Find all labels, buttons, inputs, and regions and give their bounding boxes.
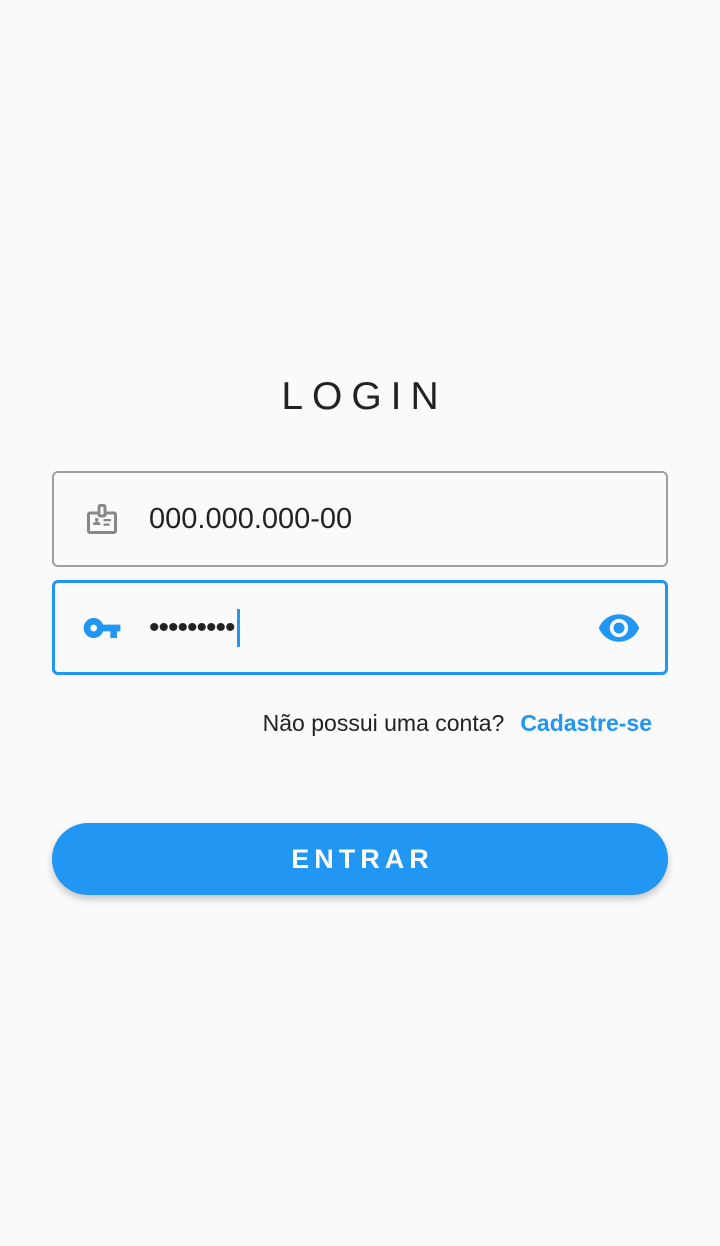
text-caret bbox=[236, 608, 240, 647]
signup-prompt: Não possui uma conta? bbox=[262, 710, 505, 736]
password-field[interactable]: ••••••••• bbox=[52, 580, 668, 675]
key-icon bbox=[82, 608, 122, 648]
cpf-field[interactable]: 000.000.000-00 bbox=[52, 471, 668, 567]
password-masked-value: ••••••••• bbox=[149, 610, 236, 644]
eye-icon[interactable] bbox=[597, 606, 641, 650]
cpf-input[interactable]: 000.000.000-00 bbox=[149, 503, 352, 536]
signup-row: Não possui uma conta? Cadastre-se bbox=[263, 706, 652, 740]
signup-link[interactable]: Cadastre-se bbox=[520, 706, 652, 740]
badge-icon bbox=[82, 499, 122, 539]
enter-button[interactable]: ENTRAR bbox=[52, 823, 668, 895]
page-title: LOGIN bbox=[281, 375, 448, 418]
password-input[interactable]: ••••••••• bbox=[149, 608, 240, 647]
